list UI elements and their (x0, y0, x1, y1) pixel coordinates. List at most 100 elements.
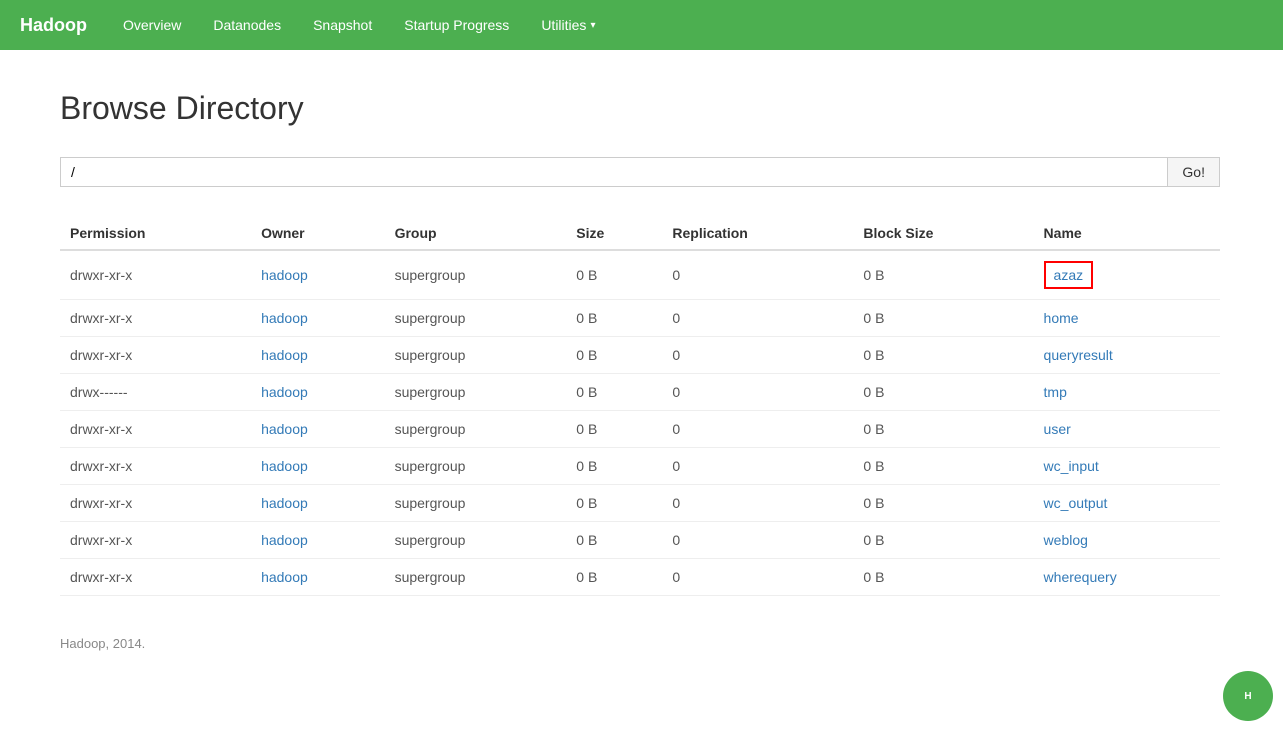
nav-item-datanodes[interactable]: Datanodes (197, 3, 297, 47)
cell-size: 0 B (566, 485, 662, 522)
cell-size: 0 B (566, 300, 662, 337)
cell-group: supergroup (385, 485, 567, 522)
table-row: drwxr-xr-xhadoopsupergroup0 B00 Bwc_inpu… (60, 448, 1220, 485)
cell-permission: drwxr-xr-x (60, 522, 251, 559)
dir-link-tmp[interactable]: tmp (1044, 384, 1067, 400)
cell-replication: 0 (662, 250, 853, 300)
table-row: drwxr-xr-xhadoopsupergroup0 B00 Bwc_outp… (60, 485, 1220, 522)
table-row: drwx------hadoopsupergroup0 B00 Btmp (60, 374, 1220, 411)
dir-link-wc_input[interactable]: wc_input (1044, 458, 1099, 474)
table-row: drwxr-xr-xhadoopsupergroup0 B00 Buser (60, 411, 1220, 448)
dir-link-hadoop[interactable]: hadoop (261, 495, 308, 511)
hadoop-logo: H (1223, 671, 1273, 721)
cell-owner[interactable]: hadoop (251, 522, 385, 559)
dir-link-hadoop[interactable]: hadoop (261, 310, 308, 326)
dir-link-queryresult[interactable]: queryresult (1044, 347, 1113, 363)
dir-link-hadoop[interactable]: hadoop (261, 458, 308, 474)
directory-table: Permission Owner Group Size Replication … (60, 217, 1220, 596)
dir-link-hadoop[interactable]: hadoop (261, 347, 308, 363)
search-bar: Go! (60, 157, 1220, 187)
cell-size: 0 B (566, 250, 662, 300)
search-input[interactable] (60, 157, 1167, 187)
go-button[interactable]: Go! (1167, 157, 1220, 187)
cell-permission: drwxr-xr-x (60, 448, 251, 485)
cell-group: supergroup (385, 250, 567, 300)
col-replication: Replication (662, 217, 853, 250)
dir-link-wherequery[interactable]: wherequery (1044, 569, 1117, 585)
cell-name[interactable]: weblog (1034, 522, 1220, 559)
dir-link-hadoop[interactable]: hadoop (261, 421, 308, 437)
page-title: Browse Directory (60, 90, 1223, 127)
dir-link-user[interactable]: user (1044, 421, 1071, 437)
table-row: drwxr-xr-xhadoopsupergroup0 B00 Bazaz (60, 250, 1220, 300)
cell-name[interactable]: tmp (1034, 374, 1220, 411)
cell-permission: drwxr-xr-x (60, 337, 251, 374)
nav-link-utilities[interactable]: Utilities ▾ (525, 3, 611, 47)
cell-name[interactable]: wherequery (1034, 559, 1220, 596)
nav-item-overview[interactable]: Overview (107, 3, 197, 47)
cell-name[interactable]: queryresult (1034, 337, 1220, 374)
cell-owner[interactable]: hadoop (251, 411, 385, 448)
cell-owner[interactable]: hadoop (251, 559, 385, 596)
cell-permission: drwxr-xr-x (60, 300, 251, 337)
nav-item-utilities[interactable]: Utilities ▾ (525, 3, 611, 47)
col-owner: Owner (251, 217, 385, 250)
cell-block-size: 0 B (853, 448, 1033, 485)
cell-name[interactable]: user (1034, 411, 1220, 448)
cell-block-size: 0 B (853, 485, 1033, 522)
table-row: drwxr-xr-xhadoopsupergroup0 B00 Bhome (60, 300, 1220, 337)
cell-replication: 0 (662, 411, 853, 448)
table-row: drwxr-xr-xhadoopsupergroup0 B00 Bwherequ… (60, 559, 1220, 596)
dir-link-hadoop[interactable]: hadoop (261, 267, 308, 283)
dir-link-hadoop[interactable]: hadoop (261, 532, 308, 548)
table-body: drwxr-xr-xhadoopsupergroup0 B00 Bazazdrw… (60, 250, 1220, 596)
cell-block-size: 0 B (853, 559, 1033, 596)
cell-size: 0 B (566, 448, 662, 485)
dir-link-wc_output[interactable]: wc_output (1044, 495, 1108, 511)
cell-name[interactable]: wc_output (1034, 485, 1220, 522)
nav-link-startup-progress[interactable]: Startup Progress (388, 3, 525, 47)
dir-link-hadoop[interactable]: hadoop (261, 384, 308, 400)
footer-text: Hadoop, 2014. (60, 636, 145, 651)
cell-permission: drwxr-xr-x (60, 411, 251, 448)
cell-block-size: 0 B (853, 411, 1033, 448)
cell-name[interactable]: wc_input (1034, 448, 1220, 485)
col-name: Name (1034, 217, 1220, 250)
footer: Hadoop, 2014. (60, 636, 1223, 651)
dir-link-weblog[interactable]: weblog (1044, 532, 1088, 548)
cell-replication: 0 (662, 337, 853, 374)
nav-item-startup-progress[interactable]: Startup Progress (388, 3, 525, 47)
cell-permission: drwx------ (60, 374, 251, 411)
cell-group: supergroup (385, 337, 567, 374)
cell-group: supergroup (385, 411, 567, 448)
dir-link-azaz[interactable]: azaz (1054, 267, 1084, 283)
col-block-size: Block Size (853, 217, 1033, 250)
nav-link-snapshot[interactable]: Snapshot (297, 3, 388, 47)
cell-name[interactable]: home (1034, 300, 1220, 337)
cell-owner[interactable]: hadoop (251, 300, 385, 337)
nav-item-snapshot[interactable]: Snapshot (297, 3, 388, 47)
cell-size: 0 B (566, 522, 662, 559)
cell-group: supergroup (385, 522, 567, 559)
table-row: drwxr-xr-xhadoopsupergroup0 B00 Bqueryre… (60, 337, 1220, 374)
table-row: drwxr-xr-xhadoopsupergroup0 B00 Bweblog (60, 522, 1220, 559)
cell-owner[interactable]: hadoop (251, 374, 385, 411)
nav-link-overview[interactable]: Overview (107, 3, 197, 47)
col-size: Size (566, 217, 662, 250)
cell-owner[interactable]: hadoop (251, 485, 385, 522)
dir-link-hadoop[interactable]: hadoop (261, 569, 308, 585)
cell-group: supergroup (385, 559, 567, 596)
cell-owner[interactable]: hadoop (251, 250, 385, 300)
cell-block-size: 0 B (853, 337, 1033, 374)
cell-size: 0 B (566, 374, 662, 411)
cell-replication: 0 (662, 300, 853, 337)
cell-block-size: 0 B (853, 374, 1033, 411)
dir-link-home[interactable]: home (1044, 310, 1079, 326)
navbar-brand[interactable]: Hadoop (20, 15, 87, 36)
nav-link-datanodes[interactable]: Datanodes (197, 3, 297, 47)
dropdown-caret: ▾ (590, 20, 595, 31)
navbar: Hadoop Overview Datanodes Snapshot Start… (0, 0, 1283, 50)
cell-owner[interactable]: hadoop (251, 337, 385, 374)
cell-name[interactable]: azaz (1034, 250, 1220, 300)
cell-owner[interactable]: hadoop (251, 448, 385, 485)
